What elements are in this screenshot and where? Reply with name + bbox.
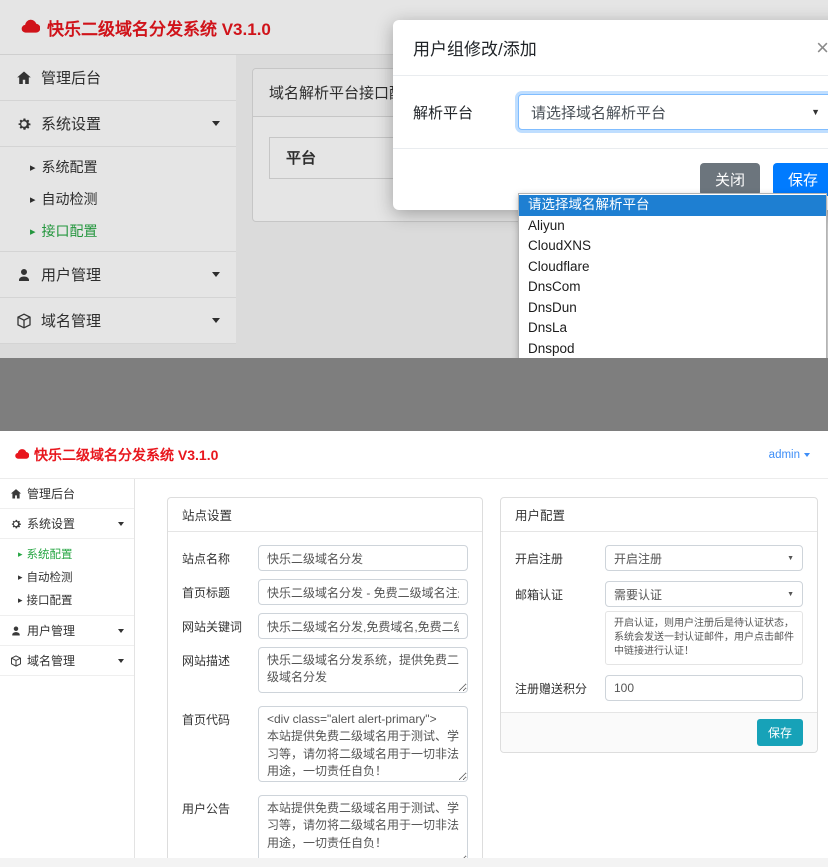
- home-title-input[interactable]: [258, 579, 468, 605]
- usergroup-modal: 用户组修改/添加 × 解析平台 请选择域名解析平台 ▼ 关闭 保存: [393, 20, 828, 210]
- sidebar-item-label: 用户管理: [27, 622, 113, 639]
- home-code-label: 首页代码: [182, 706, 258, 787]
- save-button[interactable]: 保存: [757, 719, 803, 746]
- dropdown-option[interactable]: 请选择域名解析平台: [519, 195, 826, 216]
- home-code-textarea[interactable]: <div class="alert alert-primary"> 本站提供免费…: [258, 706, 468, 782]
- user-menu-label: admin: [769, 449, 800, 461]
- site-settings-card: 站点设置 站点名称 首页标题 网站关键词 网站描述 快乐二级域名分发系统，提供免…: [167, 497, 483, 862]
- save-button[interactable]: 保存: [773, 163, 828, 196]
- chevron-down-icon: [804, 453, 810, 457]
- triangle-right-icon: ▸: [18, 572, 23, 583]
- chevron-down-icon: [118, 629, 124, 633]
- site-name-label: 站点名称: [182, 545, 258, 571]
- dropdown-option[interactable]: DnsCom: [519, 277, 826, 298]
- user-notice-label: 用户公告: [182, 795, 258, 867]
- description-label: 网站描述: [182, 647, 258, 698]
- bottom-navbar: 快乐二级域名分发系统 V3.1.0 admin: [0, 431, 828, 479]
- platform-select-dropdown: 请选择域名解析平台 Aliyun CloudXNS Cloudflare Dns…: [518, 193, 827, 358]
- brand-link[interactable]: 快乐二级域名分发系统 V3.1.0: [0, 445, 769, 465]
- home-icon: [10, 488, 22, 500]
- triangle-right-icon: ▸: [18, 595, 23, 606]
- email-auth-label: 邮箱认证: [515, 581, 605, 665]
- sidebar-subitem-system-config-active[interactable]: ▸ 系统配置: [0, 539, 134, 566]
- description-textarea[interactable]: 快乐二级域名分发系统，提供免费二级域名分发: [258, 647, 468, 693]
- user-notice-textarea[interactable]: 本站提供免费二级域名用于测试、学习等，请勿将二级域名用于一切非法用途，一切责任自…: [258, 795, 468, 865]
- dropdown-option[interactable]: Aliyun: [519, 216, 826, 237]
- modal-body: 解析平台 请选择域名解析平台 ▼: [393, 76, 828, 148]
- keywords-label: 网站关键词: [182, 613, 258, 639]
- sidebar-item-admin-home[interactable]: 管理后台: [0, 479, 134, 509]
- sidebar-subitem-label: 接口配置: [27, 592, 73, 608]
- sidebar-subitem-label: 系统配置: [27, 546, 73, 562]
- resolve-platform-select[interactable]: 请选择域名解析平台 ▼: [518, 94, 828, 130]
- box-icon: [10, 655, 22, 667]
- sidebar-subitem-label: 自动检测: [27, 569, 73, 585]
- bottom-screenshot: 快乐二级域名分发系统 V3.1.0 admin 管理后台 系统设置 ▸ 系统配置…: [0, 431, 828, 867]
- email-auth-help-text: 开启认证，则用户注册后是待认证状态，系统会发送一封认证邮件，用户点击邮件中链接进…: [605, 611, 803, 665]
- select-value: 开启注册: [614, 550, 787, 567]
- card-title: 站点设置: [168, 498, 482, 532]
- sidebar-item-label: 管理后台: [27, 485, 124, 502]
- site-name-input[interactable]: [258, 545, 468, 571]
- resolve-platform-label: 解析平台: [413, 94, 518, 130]
- brand-title: 快乐二级域名分发系统 V3.1.0: [34, 445, 218, 465]
- sidebar-item-label: 系统设置: [27, 515, 113, 532]
- email-auth-select[interactable]: 需要认证 ▼: [605, 581, 803, 607]
- modal-title: 用户组修改/添加: [413, 35, 812, 60]
- select-caret-icon: ▼: [787, 555, 794, 562]
- user-config-card: 用户配置 开启注册 开启注册 ▼ 邮箱认证 需要认证 ▼: [500, 497, 818, 753]
- gear-icon: [10, 518, 22, 530]
- chevron-down-icon: [118, 659, 124, 663]
- keywords-input[interactable]: [258, 613, 468, 639]
- select-value: 需要认证: [614, 586, 787, 603]
- select-value: 请选择域名解析平台: [531, 102, 811, 123]
- dropdown-option[interactable]: DnsDun: [519, 298, 826, 319]
- sidebar-item-system-settings[interactable]: 系统设置: [0, 509, 134, 539]
- sidebar-subitem-interface-config[interactable]: ▸ 接口配置: [0, 589, 134, 617]
- screenshot-separator-band: [0, 358, 828, 431]
- register-points-label: 注册赠送积分: [515, 675, 605, 701]
- sidebar-item-label: 域名管理: [27, 652, 113, 669]
- home-title-label: 首页标题: [182, 579, 258, 605]
- card-footer: 保存: [501, 712, 817, 752]
- user-icon: [10, 625, 22, 637]
- card-title: 用户配置: [501, 498, 817, 532]
- modal-header: 用户组修改/添加 ×: [393, 20, 828, 76]
- open-register-select[interactable]: 开启注册 ▼: [605, 545, 803, 571]
- sidebar-item-domain-management[interactable]: 域名管理: [0, 646, 134, 676]
- cloud-icon: [14, 447, 29, 462]
- top-screenshot: 快乐二级域名分发系统 V3.1.0 管理后台 系统设置 ▸ 系统配置 ▸ 自动检…: [0, 0, 828, 358]
- dropdown-option[interactable]: DnsLa: [519, 318, 826, 339]
- open-register-label: 开启注册: [515, 545, 605, 571]
- page-bottom-strip: [0, 858, 828, 867]
- select-caret-icon: ▼: [787, 591, 794, 598]
- close-button[interactable]: 关闭: [700, 163, 760, 196]
- dropdown-option[interactable]: CloudXNS: [519, 236, 826, 257]
- register-points-input[interactable]: [605, 675, 803, 701]
- chevron-down-icon: [118, 522, 124, 526]
- user-menu[interactable]: admin: [769, 449, 810, 461]
- sidebar-item-user-management[interactable]: 用户管理: [0, 616, 134, 646]
- close-icon[interactable]: ×: [812, 39, 828, 57]
- dropdown-option[interactable]: Cloudflare: [519, 257, 826, 278]
- select-caret-icon: ▼: [811, 107, 820, 117]
- sidebar-subitem-auto-detect[interactable]: ▸ 自动检测: [0, 566, 134, 589]
- bottom-sidebar: 管理后台 系统设置 ▸ 系统配置 ▸ 自动检测 ▸ 接口配置 用户管理 域名管理: [0, 479, 135, 858]
- triangle-right-icon: ▸: [18, 549, 23, 560]
- dropdown-option[interactable]: Dnspod: [519, 339, 826, 359]
